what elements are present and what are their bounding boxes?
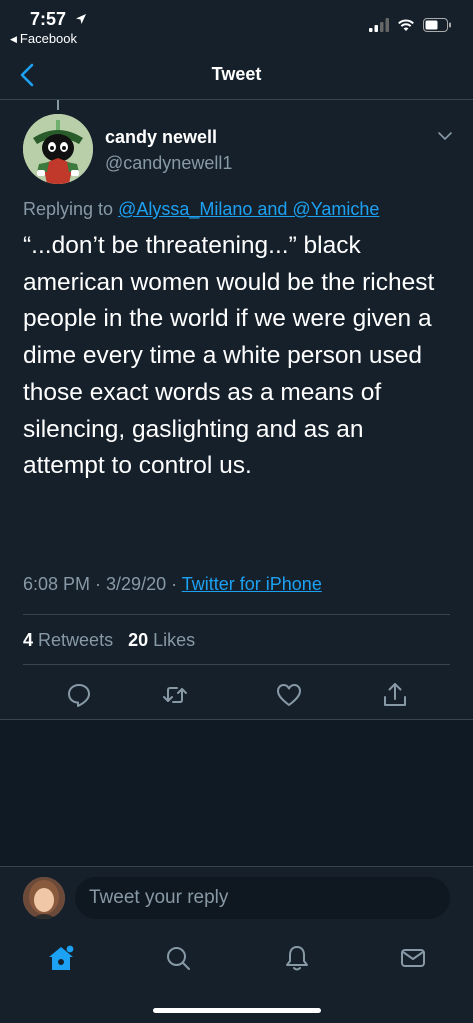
location-arrow-icon [76,14,87,24]
reply-icon[interactable] [64,680,94,710]
author-display-name[interactable]: candy newell [105,127,217,148]
avatar-image [23,114,93,184]
retweet-icon[interactable] [160,680,190,710]
likes-stat[interactable]: 20 Likes [128,630,195,650]
back-app-label: Facebook [19,31,78,46]
current-user-avatar[interactable] [23,877,65,919]
search-icon[interactable] [163,943,193,973]
back-to-app-link[interactable]: ◀ Facebook [10,31,77,46]
home-indicator[interactable] [153,1008,321,1013]
replying-to-prefix: Replying to [23,199,119,219]
tweet-meta: 6:08 PM · 3/29/20 · Twitter for iPhone [23,574,322,595]
bottom-tab-bar [0,930,473,1023]
status-time: 7:57 [30,9,87,30]
replying-to-line: Replying to @Alyssa_Milano and @Yamiche [23,199,379,220]
chevron-down-icon[interactable] [437,130,453,142]
author-avatar[interactable] [23,114,93,184]
divider [23,614,450,615]
tweet-stats: 4 Retweets 20 Likes [23,630,195,651]
thread-connector-line [57,100,59,110]
tweet-detail-screen: 7:57 ◀ Facebook Tweet candy newell @cand… [0,0,473,1023]
page-title: Tweet [211,64,262,84]
reply-input[interactable] [75,877,450,919]
tweet-body-text: “...don’t be threatening...” black ameri… [23,232,435,480]
current-user-avatar-image [23,877,65,919]
status-bar: 7:57 ◀ Facebook [0,0,473,50]
nav-header: Tweet [0,50,473,100]
replying-to-users-link[interactable]: @Alyssa_Milano and @Yamiche [118,199,379,219]
retweets-stat[interactable]: 4 Retweets [23,630,113,650]
cellular-signal-icon [369,18,389,32]
tweet-timestamp: 6:08 PM · 3/29/20 · [23,574,182,594]
likes-label: Likes [153,630,196,650]
battery-icon [423,18,451,32]
share-icon[interactable] [380,680,410,710]
like-icon[interactable] [274,680,304,710]
retweets-count: 4 [23,630,34,650]
reply-composer [0,866,473,930]
empty-reply-area [0,719,473,867]
wifi-icon [398,19,414,31]
likes-count: 20 [128,630,149,650]
messages-icon[interactable] [398,943,428,973]
notifications-icon[interactable] [282,943,312,973]
back-triangle-icon: ◀ [10,34,17,44]
retweets-label: Retweets [38,630,114,650]
tweet-actions [0,680,473,710]
tweet-source-link[interactable]: Twitter for iPhone [182,574,322,594]
status-icons [369,18,451,32]
divider [23,664,450,665]
author-handle[interactable]: @candynewell1 [105,153,232,174]
home-icon[interactable] [46,943,76,973]
status-time-text: 7:57 [30,9,67,29]
